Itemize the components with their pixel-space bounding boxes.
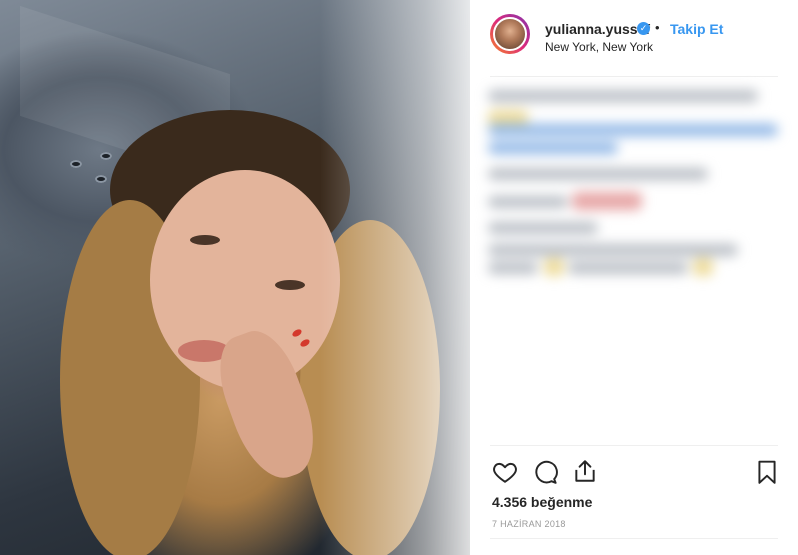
actions-divider: [490, 445, 778, 446]
username-link[interactable]: yulianna.yussef: [545, 21, 650, 37]
blurred-emoji: [544, 258, 564, 276]
blurred-line: [488, 124, 778, 136]
footer-divider: [490, 538, 778, 539]
air-vent: [95, 175, 107, 183]
air-vent: [100, 152, 112, 160]
eye-right: [275, 280, 305, 290]
post-header: yulianna.yussef ✓ • Takip Et New York, N…: [490, 14, 780, 62]
air-vent: [70, 160, 82, 168]
location-link[interactable]: New York, New York: [545, 40, 653, 54]
blurred-line: [568, 262, 688, 274]
blurred-emoji: [572, 192, 642, 210]
share-icon[interactable]: [572, 458, 598, 484]
blurred-line: [488, 262, 538, 274]
heart-icon[interactable]: [492, 459, 518, 485]
blurred-line: [488, 168, 708, 180]
bookmark-icon[interactable]: [754, 459, 780, 485]
post-photo[interactable]: [0, 0, 470, 555]
blurred-comments: [488, 84, 784, 414]
eye-left: [190, 235, 220, 245]
blurred-line: [488, 222, 598, 234]
blurred-line: [488, 244, 738, 256]
separator-dot: •: [655, 20, 660, 35]
comment-icon[interactable]: [532, 459, 558, 485]
blurred-line: [488, 196, 568, 208]
post-sidebar: yulianna.yussef ✓ • Takip Et New York, N…: [470, 0, 798, 555]
avatar-image: [493, 17, 527, 51]
verified-badge-icon: ✓: [637, 22, 650, 35]
photo-edge-glow: [320, 0, 470, 555]
likes-count[interactable]: 4.356 beğenme: [492, 494, 592, 510]
follow-button[interactable]: Takip Et: [670, 21, 723, 37]
avatar[interactable]: [490, 14, 530, 54]
blurred-line: [488, 90, 758, 102]
post-date[interactable]: 7 HAZİRAN 2018: [492, 519, 566, 529]
header-divider: [490, 76, 778, 77]
blurred-emoji: [693, 258, 713, 276]
action-bar: [490, 457, 784, 487]
blurred-line: [488, 142, 618, 154]
